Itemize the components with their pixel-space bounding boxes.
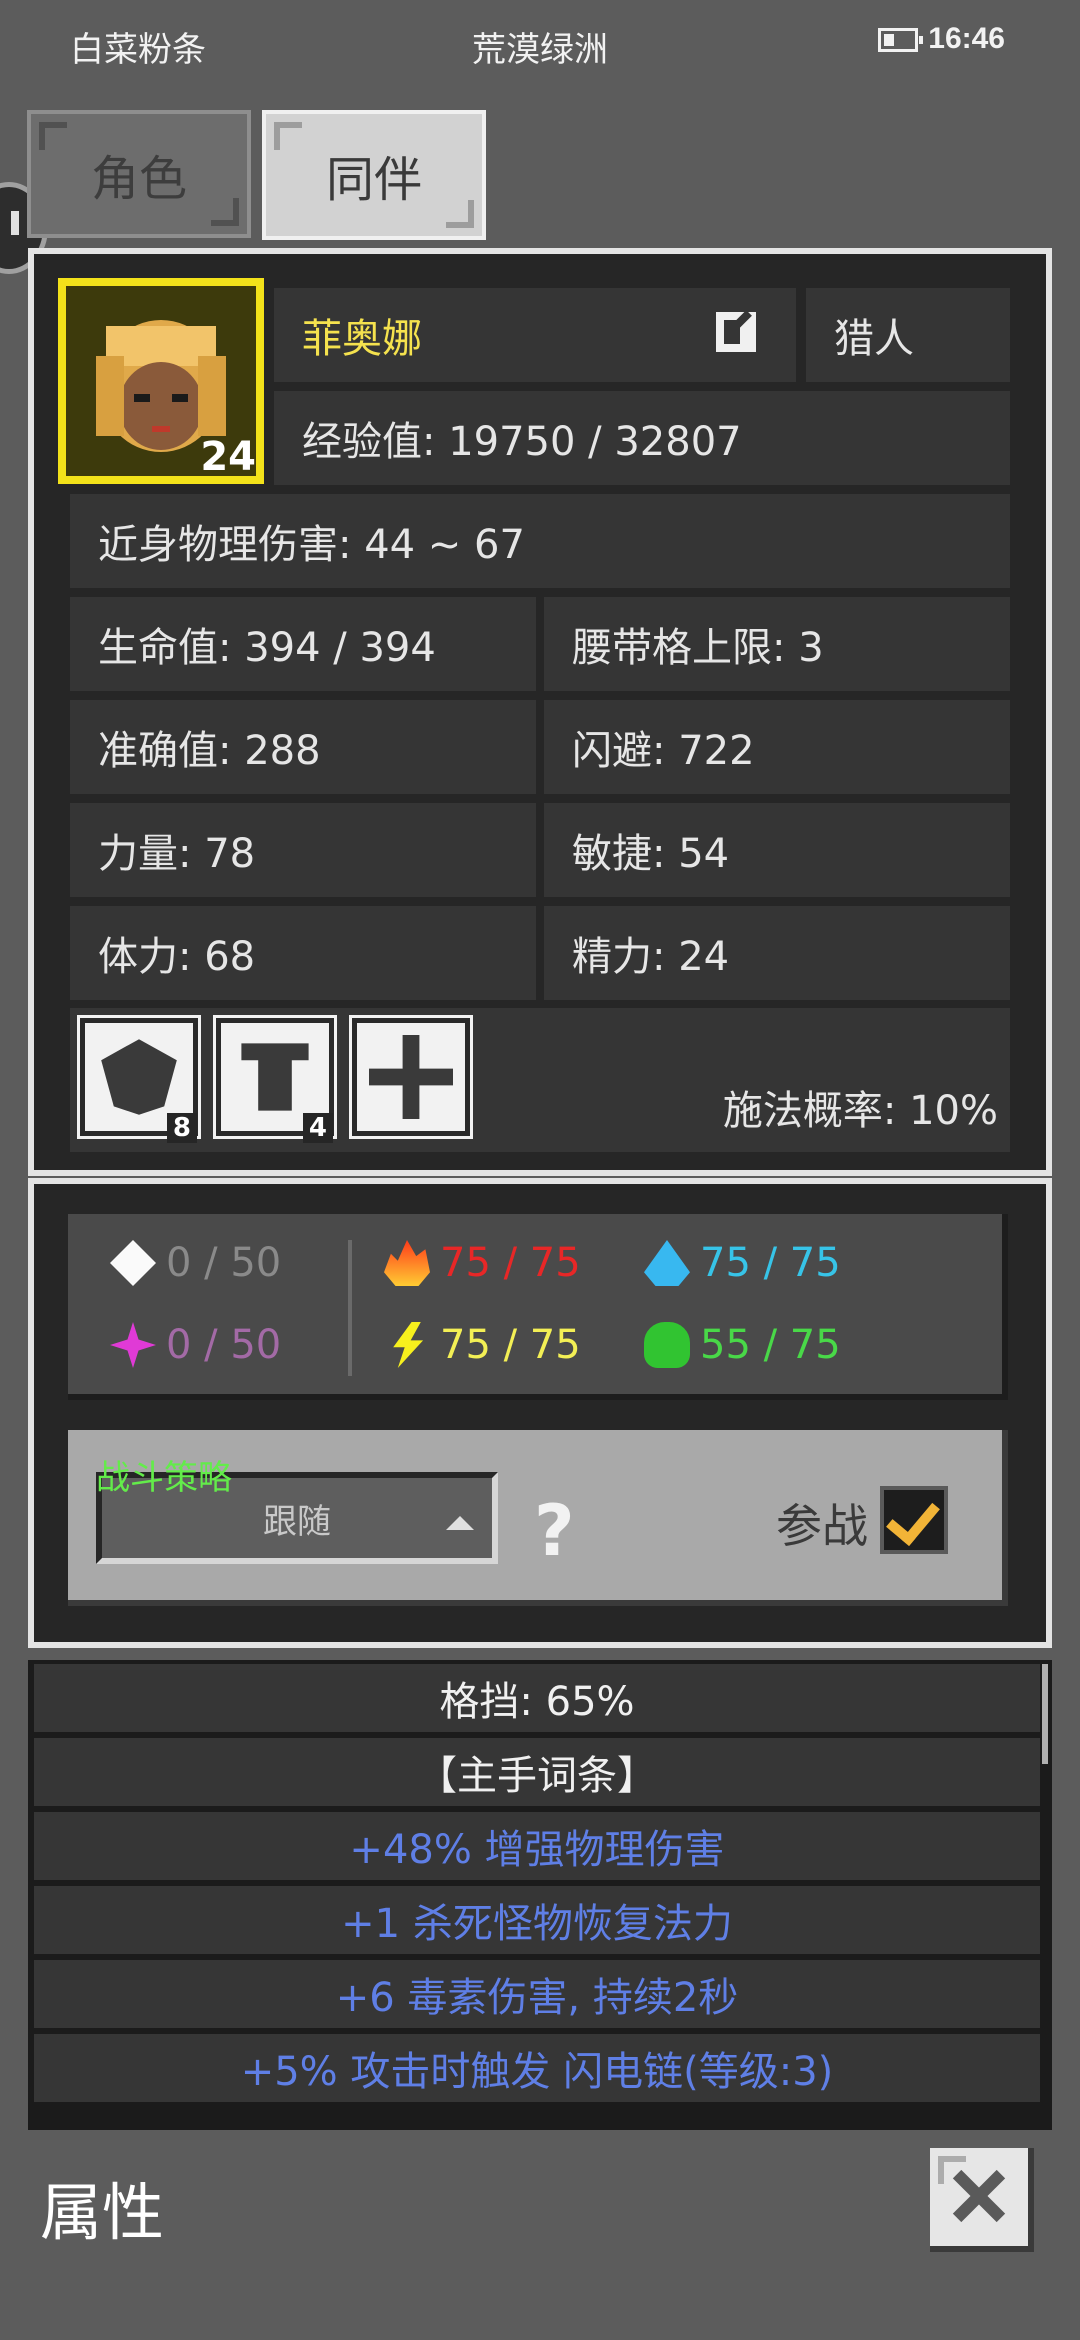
tab-character[interactable]: 角色 xyxy=(27,110,251,238)
status-location: 荒漠绿洲 xyxy=(472,30,608,70)
stat-stamina: 体力: 68 xyxy=(70,906,536,1000)
list-item: +48% 增强物理伤害 xyxy=(34,1812,1040,1886)
companion-name-cell: 菲奥娜 xyxy=(274,288,796,382)
close-button[interactable] xyxy=(930,2148,1034,2252)
help-icon[interactable]: ? xyxy=(534,1490,575,1572)
experience-value: 经验值: 19750 / 32807 xyxy=(274,391,1010,485)
poison-skull-icon xyxy=(644,1322,690,1368)
resist-poison: 55 / 75 xyxy=(644,1322,841,1368)
list-item: 格挡: 65% xyxy=(34,1664,1040,1738)
resist-fire: 75 / 75 xyxy=(384,1240,581,1286)
rename-edit-icon[interactable] xyxy=(716,312,756,352)
list-scrollbar[interactable] xyxy=(1042,1664,1048,1764)
join-battle-label: 参战 xyxy=(776,1499,868,1553)
item-attributes-list[interactable]: 格挡: 65% 【主手词条】 +48% 增强物理伤害 +1 杀死怪物恢复法力 +… xyxy=(28,1660,1052,2130)
battery-icon xyxy=(878,28,923,52)
resist-physical-value: 0 / 50 xyxy=(166,1240,282,1286)
resist-fire-value: 75 / 75 xyxy=(440,1240,581,1286)
tactics-label: 战斗策略 xyxy=(96,1458,232,1498)
companion-portrait[interactable]: 24 xyxy=(58,278,264,484)
stat-belt-limit: 腰带格上限: 3 xyxy=(544,597,1010,691)
list-item: +6 毒素伤害, 持续2秒 xyxy=(34,1960,1040,2034)
fire-icon xyxy=(384,1240,430,1286)
lightning-icon xyxy=(393,1322,424,1368)
cross-arrows-icon xyxy=(369,1035,453,1119)
resist-cold: 75 / 75 xyxy=(644,1240,841,1286)
tab-companion-label: 同伴 xyxy=(325,152,422,208)
resist-lightning-value: 75 / 75 xyxy=(440,1322,581,1368)
join-battle-checkbox[interactable] xyxy=(880,1486,948,1554)
stat-strength: 力量: 78 xyxy=(70,803,536,897)
cold-drop-icon xyxy=(644,1240,690,1286)
shield-icon xyxy=(101,1039,177,1115)
resist-poison-value: 55 / 75 xyxy=(700,1322,841,1368)
skills-row: 8 4 施法概率: 10% xyxy=(70,1008,1010,1152)
resistance-divider xyxy=(348,1240,352,1376)
tactics-selected-value: 跟随 xyxy=(263,1501,331,1542)
list-item: +1 杀死怪物恢复法力 xyxy=(34,1886,1040,1960)
resist-magic-value: 0 / 50 xyxy=(166,1322,282,1368)
magic-icon xyxy=(110,1322,156,1368)
companion-level: 24 xyxy=(200,434,256,480)
physical-icon xyxy=(110,1240,156,1286)
cast-rate: 施法概率: 10% xyxy=(722,1088,998,1134)
resist-magic: 0 / 50 xyxy=(110,1322,281,1368)
page-title: 属性 xyxy=(40,2176,165,2249)
skill-count: 4 xyxy=(302,1113,333,1143)
status-bar: 白菜粉条 荒漠绿洲 16:46 xyxy=(0,0,1080,90)
list-item: +5% 攻击时触发 闪电链(等级:3) xyxy=(34,2034,1040,2108)
skill-cross-button[interactable] xyxy=(349,1015,473,1139)
stat-accuracy: 准确值: 288 xyxy=(70,700,536,794)
stat-life: 生命值: 394 / 394 xyxy=(70,597,536,691)
resist-physical: 0 / 50 xyxy=(110,1240,281,1286)
skill-pillar-button[interactable]: 4 xyxy=(213,1015,337,1143)
status-time: 16:46 xyxy=(928,22,1005,55)
companion-name: 菲奥娜 xyxy=(302,316,422,362)
pillar-icon xyxy=(241,1043,309,1111)
list-item: 【主手词条】 xyxy=(34,1738,1040,1812)
resist-cold-value: 75 / 75 xyxy=(700,1240,841,1286)
skill-shield-button[interactable]: 8 xyxy=(77,1015,201,1143)
resist-lightning: 75 / 75 xyxy=(384,1322,581,1368)
melee-damage-value: 近身物理伤害: 44 ~ 67 xyxy=(70,494,1010,588)
stat-energy: 精力: 24 xyxy=(544,906,1010,1000)
stat-agility: 敏捷: 54 xyxy=(544,803,1010,897)
companion-class: 猎人 xyxy=(806,288,1010,382)
tab-companion[interactable]: 同伴 xyxy=(262,110,486,240)
skill-count: 8 xyxy=(166,1113,197,1143)
stat-dodge: 闪避: 722 xyxy=(544,700,1010,794)
tab-character-label: 角色 xyxy=(90,151,187,207)
chevron-up-icon xyxy=(446,1516,474,1530)
